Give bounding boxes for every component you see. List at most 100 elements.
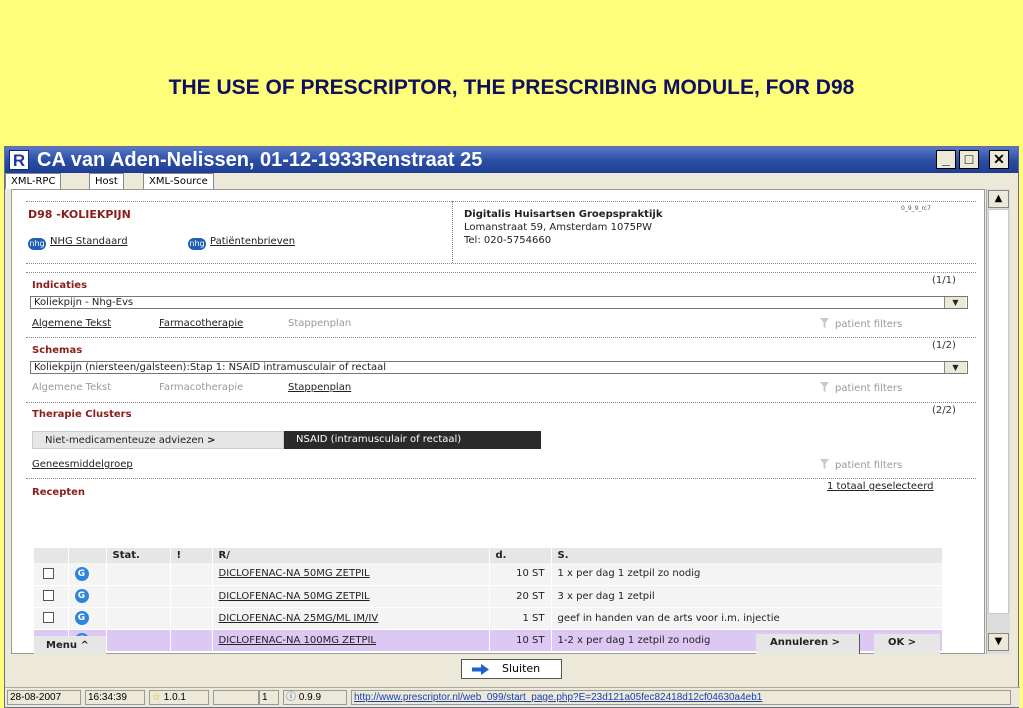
row-checkbox[interactable] bbox=[43, 612, 54, 623]
divider bbox=[26, 201, 976, 202]
therapie-count: (2/2) bbox=[932, 405, 956, 416]
col-header bbox=[68, 548, 107, 563]
sig-cell: 3 x per dag 1 zetpil bbox=[551, 585, 943, 608]
indicaties-patient-filters[interactable]: patient filters bbox=[820, 318, 902, 330]
annuleren-button[interactable]: Annuleren > bbox=[756, 634, 860, 654]
indicaties-stappenplan-link[interactable]: Stappenplan bbox=[288, 318, 351, 329]
drug-link[interactable]: DICLOFENAC-NA 50MG ZETPIL bbox=[219, 568, 370, 579]
status-date: 28-08-2007 bbox=[7, 690, 81, 705]
indicaties-select[interactable]: Koliekpijn - Nhg-Evs ▼ bbox=[30, 296, 968, 309]
drug-link[interactable]: DICLOFENAC-NA 100MG ZETPIL bbox=[219, 635, 377, 646]
geneesmiddelgroep-link[interactable]: Geneesmiddelgroep bbox=[32, 459, 133, 470]
status-count: 1 bbox=[259, 690, 279, 705]
status-info-version: ⓘ 0.9.9 bbox=[283, 690, 347, 705]
minimize-button[interactable]: _ bbox=[936, 150, 956, 169]
col-header bbox=[34, 548, 69, 563]
star-icon: ☆ bbox=[152, 692, 161, 703]
status-empty bbox=[213, 690, 259, 705]
sig-cell: 1 x per dag 1 zetpil zo nodig bbox=[551, 563, 943, 586]
tab-host[interactable]: Host bbox=[89, 173, 124, 189]
schemas-algemene-tekst-link[interactable]: Algemene Tekst bbox=[32, 382, 111, 393]
select-value: Koliekpijn - Nhg-Evs bbox=[34, 297, 134, 308]
prescriptor-window: R CA van Aden-Nelissen, 01-12-1933Renstr… bbox=[4, 146, 1020, 708]
dropdown-arrow-icon[interactable]: ▼ bbox=[944, 362, 966, 373]
qty-cell: 10 ST bbox=[489, 629, 552, 652]
col-header-sig[interactable]: S. bbox=[551, 548, 943, 563]
cluster-niet-medicamenteuze-button[interactable]: Niet-medicamenteuze adviezen > bbox=[32, 431, 284, 449]
col-header-warning[interactable]: ! bbox=[170, 548, 213, 563]
schemas-select[interactable]: Koliekpijn (niersteen/galsteen):Stap 1: … bbox=[30, 361, 968, 374]
divider bbox=[26, 263, 976, 264]
generic-g-icon: G bbox=[74, 589, 89, 603]
window-title: CA van Aden-Nelissen, 01-12-1933Renstraa… bbox=[37, 149, 483, 171]
indicaties-farmacotherapie-link[interactable]: Farmacotherapie bbox=[159, 318, 243, 329]
scroll-up-icon[interactable]: ▲ bbox=[988, 190, 1009, 208]
tab-xml-rpc[interactable]: XML-RPC bbox=[5, 173, 62, 189]
diagnosis-title: D98 -KOLIEKPIJN bbox=[28, 208, 131, 221]
chevron-right-icon: > bbox=[207, 435, 216, 446]
nhg-standaard-link[interactable]: nhg NHG Standaard bbox=[28, 236, 128, 250]
table-row[interactable]: G DICLOFENAC-NA 50MG ZETPIL 20 ST 3 x pe… bbox=[34, 585, 943, 608]
window-titlebar[interactable]: R CA van Aden-Nelissen, 01-12-1933Renstr… bbox=[5, 147, 1018, 173]
divider bbox=[26, 272, 976, 273]
link-label: NHG Standaard bbox=[50, 236, 128, 247]
col-header-drug[interactable]: R/ bbox=[212, 548, 490, 563]
schemas-farmacotherapie-link[interactable]: Farmacotherapie bbox=[159, 382, 243, 393]
maximize-button[interactable]: □ bbox=[959, 150, 979, 169]
nhg-logo-icon: nhg bbox=[28, 238, 46, 250]
select-value: Koliekpijn (niersteen/galsteen):Stap 1: … bbox=[34, 362, 387, 373]
qty-cell: 20 ST bbox=[489, 585, 552, 608]
therapie-clusters-label: Therapie Clusters bbox=[32, 409, 132, 420]
drug-link[interactable]: DICLOFENAC-NA 25MG/ML IM/IV bbox=[219, 613, 379, 624]
sluiten-button[interactable]: Sluiten bbox=[461, 659, 562, 679]
practice-tel: Tel: 020-5754660 bbox=[464, 235, 552, 246]
scroll-down-icon[interactable]: ▼ bbox=[988, 633, 1009, 651]
status-bar: 28-08-2007 16:34:39 ☆ 1.0.1 1 ⓘ 0.9.9 ht… bbox=[5, 687, 1020, 707]
table-row[interactable]: G DICLOFENAC-NA 50MG ZETPIL 10 ST 1 x pe… bbox=[34, 563, 943, 586]
schemas-patient-filters[interactable]: patient filters bbox=[820, 382, 902, 394]
close-button[interactable]: ✕ bbox=[989, 150, 1009, 169]
schemas-stappenplan-link[interactable]: Stappenplan bbox=[288, 382, 351, 393]
patientenbrieven-link[interactable]: nhg Patiëntenbrieven bbox=[188, 236, 295, 250]
divider bbox=[26, 478, 976, 479]
vertical-scrollbar[interactable]: ▲ ▼ bbox=[986, 189, 1010, 654]
link-label: Patiëntenbrieven bbox=[210, 236, 296, 247]
funnel-icon bbox=[820, 459, 829, 469]
scroll-track[interactable] bbox=[988, 209, 1009, 614]
slide-title: THE USE OF PRESCRIPTOR, THE PRESCRIBING … bbox=[168, 76, 855, 99]
cluster-nsaid-button[interactable]: NSAID (intramusculair of rectaal) bbox=[284, 431, 541, 449]
version-label: 0_9_9_rc7 bbox=[901, 205, 931, 212]
table-row[interactable]: G DICLOFENAC-NA 25MG/ML IM/IV 1 ST geef … bbox=[34, 607, 943, 630]
content-panel: D98 -KOLIEKPIJN nhg NHG Standaard nhg Pati… bbox=[11, 189, 985, 654]
funnel-icon bbox=[820, 382, 829, 392]
nhg-logo-icon: nhg bbox=[188, 238, 206, 250]
menu-button[interactable]: Menu ^ bbox=[34, 636, 106, 654]
divider bbox=[452, 201, 453, 263]
recepten-label: Recepten bbox=[32, 487, 86, 498]
qty-cell: 1 ST bbox=[489, 607, 552, 630]
col-header-qty[interactable]: d. bbox=[489, 548, 552, 563]
practice-name: Digitalis Huisartsen Groepspraktijk bbox=[464, 209, 663, 220]
divider bbox=[26, 402, 976, 403]
practice-address: Lomanstraat 59, Amsterdam 1075PW bbox=[464, 222, 652, 233]
qty-cell: 10 ST bbox=[489, 563, 552, 586]
ok-button[interactable]: OK > bbox=[874, 634, 940, 654]
app-icon: R bbox=[9, 150, 29, 170]
tab-xml-source[interactable]: XML-Source bbox=[143, 173, 214, 189]
col-header-stat[interactable]: Stat. bbox=[106, 548, 171, 563]
indicaties-label: Indicaties bbox=[32, 280, 88, 291]
divider bbox=[26, 337, 976, 338]
therapie-patient-filters[interactable]: patient filters bbox=[820, 459, 902, 471]
generic-g-icon: G bbox=[74, 611, 89, 625]
indicaties-algemene-tekst-link[interactable]: Algemene Tekst bbox=[32, 318, 111, 329]
dropdown-arrow-icon[interactable]: ▼ bbox=[944, 297, 966, 308]
tab-bar: XML-RPC Host XML-Source bbox=[5, 173, 1018, 189]
arrow-right-icon bbox=[472, 664, 489, 675]
schemas-count: (1/2) bbox=[932, 340, 956, 351]
status-url-link[interactable]: http://www.prescriptor.nl/web_099/start_… bbox=[351, 690, 1011, 705]
row-checkbox[interactable] bbox=[43, 590, 54, 601]
drug-link[interactable]: DICLOFENAC-NA 50MG ZETPIL bbox=[219, 591, 370, 602]
row-checkbox[interactable] bbox=[43, 567, 54, 579]
sluiten-label: Sluiten bbox=[502, 662, 541, 675]
selected-total-link[interactable]: 1 totaal geselecteerd bbox=[827, 481, 934, 492]
